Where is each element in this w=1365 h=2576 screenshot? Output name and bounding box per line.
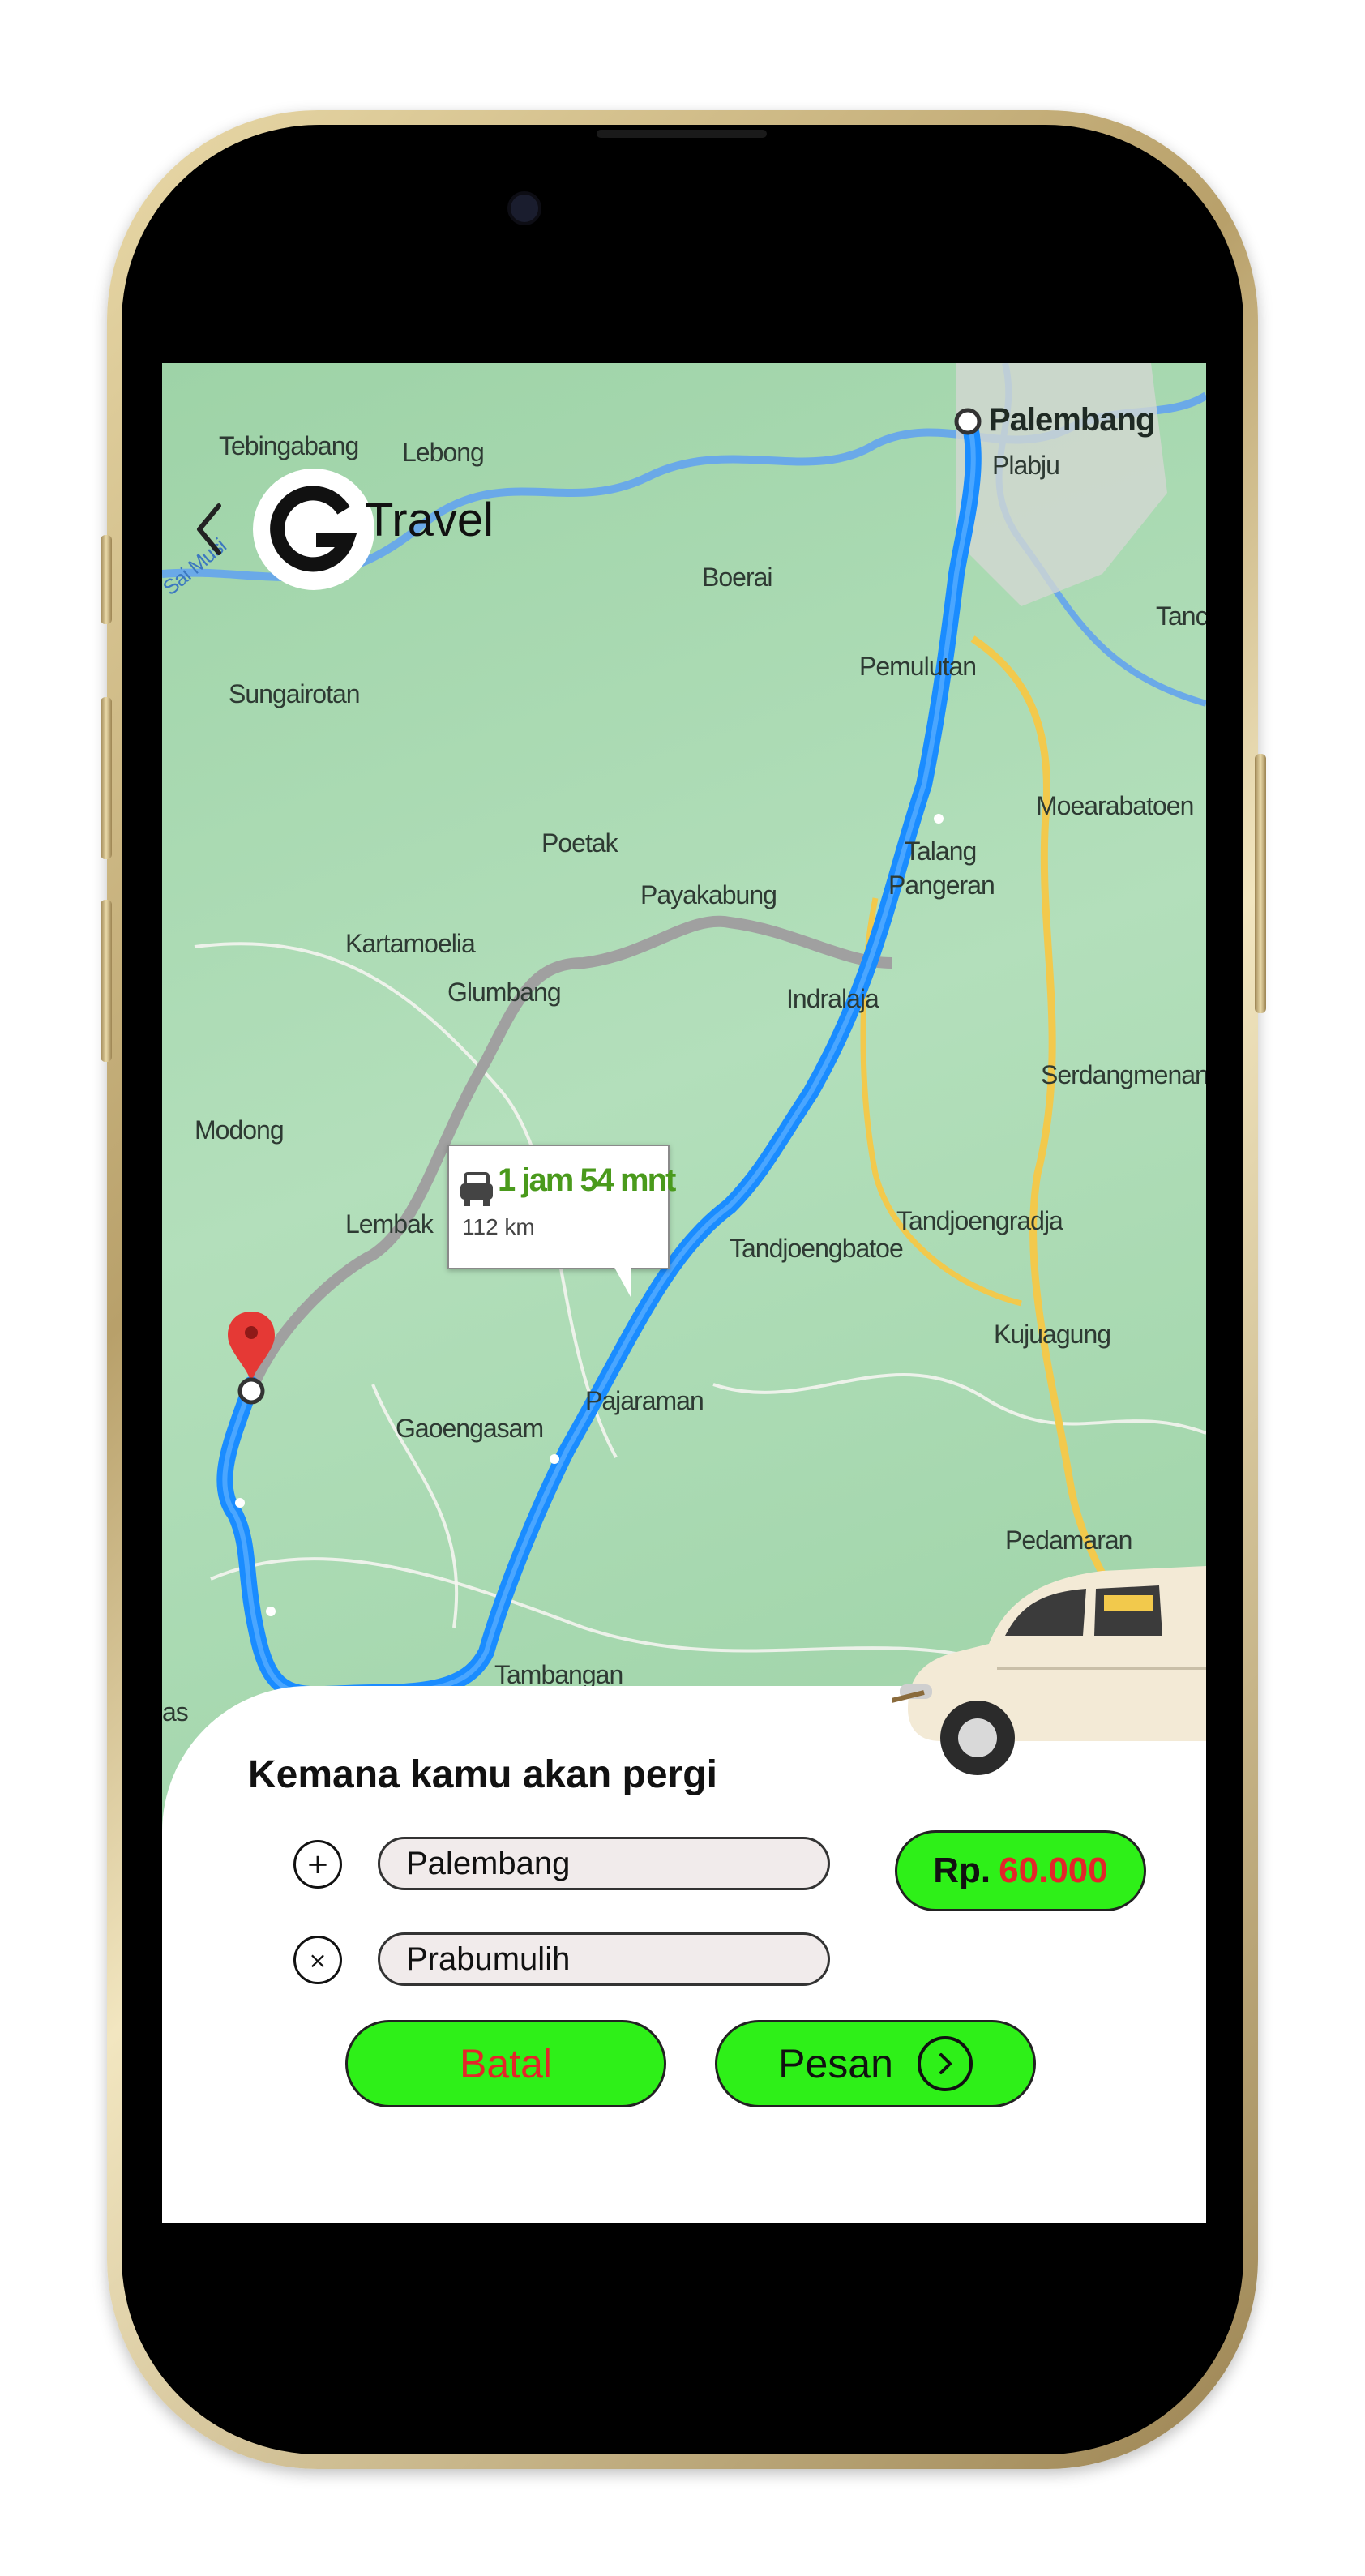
waypoint-dot xyxy=(266,1607,276,1616)
front-camera xyxy=(507,191,541,225)
route-info-card[interactable]: 1 jam 54 mnt 112 km xyxy=(447,1145,676,1269)
map-label-serdangmenang: Serdangmenang xyxy=(1041,1060,1206,1089)
map-label-tebingabang: Tebingabang xyxy=(219,431,359,460)
logo-badge xyxy=(253,469,374,590)
map-label-origin-city: Palembang xyxy=(989,402,1155,438)
close-circle-icon: × xyxy=(293,1936,342,1984)
city-area xyxy=(956,363,1167,606)
map-label-modong: Modong xyxy=(195,1115,285,1145)
map-label-poetak: Poetak xyxy=(541,828,618,858)
map-label-plabju: Plabju xyxy=(992,451,1060,480)
map-label-sungairotan: Sungairotan xyxy=(229,679,361,708)
map-label-gaoengasam: Gaoengasam xyxy=(396,1414,544,1443)
origin-input[interactable] xyxy=(378,1837,830,1890)
map-label-kartamoelia: Kartamoelia xyxy=(345,929,476,958)
map-label-lebong: Lebong xyxy=(402,438,485,467)
waypoint-dot xyxy=(235,1498,245,1508)
power-button xyxy=(1255,754,1266,1013)
order-button[interactable]: Pesan xyxy=(715,2020,1036,2107)
map-label-kujuagung: Kujuagung xyxy=(994,1320,1111,1349)
volume-up-button xyxy=(101,697,112,859)
route-card-tail xyxy=(613,1264,631,1297)
origin-marker xyxy=(954,408,982,435)
minor-road xyxy=(712,1373,1206,1435)
cancel-button-label: Batal xyxy=(460,2041,552,2086)
map-label-moearabatoen: Moearabatoen xyxy=(1036,791,1194,820)
plus-circle-icon: + xyxy=(293,1840,342,1889)
map-label-indralaja: Indralaja xyxy=(786,984,879,1013)
chevron-right-circle-icon xyxy=(917,2036,973,2091)
waypoint-dot xyxy=(934,814,944,824)
logo-g-icon xyxy=(270,486,357,572)
map-label-pangeran: Pangeran xyxy=(888,871,995,900)
chevron-left-icon[interactable] xyxy=(195,501,224,558)
map-label-glumbang: Glumbang xyxy=(447,978,562,1007)
map-label-pajaraman: Pajaraman xyxy=(585,1386,704,1415)
map-label-tanc: Tanc xyxy=(1156,601,1206,631)
price-badge: Rp. 60.000 xyxy=(895,1830,1146,1911)
map-label-as: as xyxy=(162,1697,189,1727)
cancel-button[interactable]: Batal xyxy=(345,2020,666,2107)
speaker-grill xyxy=(597,130,767,138)
minor-road xyxy=(210,1557,990,1662)
volume-silent-switch xyxy=(101,535,112,624)
route-distance: 112 km xyxy=(462,1214,535,1239)
destination-input[interactable] xyxy=(378,1932,830,1986)
map-label-payakabung: Payakabung xyxy=(640,880,777,909)
route-duration: 1 jam 54 mnt xyxy=(498,1162,676,1198)
map-label-lembak: Lembak xyxy=(345,1209,434,1239)
map-label-boerai: Boerai xyxy=(702,563,772,592)
waypoint-dot xyxy=(550,1454,559,1464)
car-icon xyxy=(460,1172,493,1206)
map-label-tandjoengradja: Tandjoengradja xyxy=(896,1206,1063,1235)
volume-down-button xyxy=(101,900,112,1062)
car-illustration xyxy=(892,1566,1206,1775)
map-label-talang: Talang xyxy=(905,837,977,866)
booking-title: Kemana kamu akan pergi xyxy=(248,1753,717,1796)
price-amount: 60.000 xyxy=(999,1851,1108,1890)
map-label-tandjoengbatoe: Tandjoengbatoe xyxy=(730,1234,904,1263)
logo-text: Travel xyxy=(365,494,494,546)
order-button-label: Pesan xyxy=(778,2041,893,2086)
app-screen: Tebingabang Lebong Boerai Sungairotan Pe… xyxy=(162,363,1206,2223)
map-label-pemulutan: Pemulutan xyxy=(859,652,977,681)
price-prefix: Rp. xyxy=(933,1851,991,1890)
